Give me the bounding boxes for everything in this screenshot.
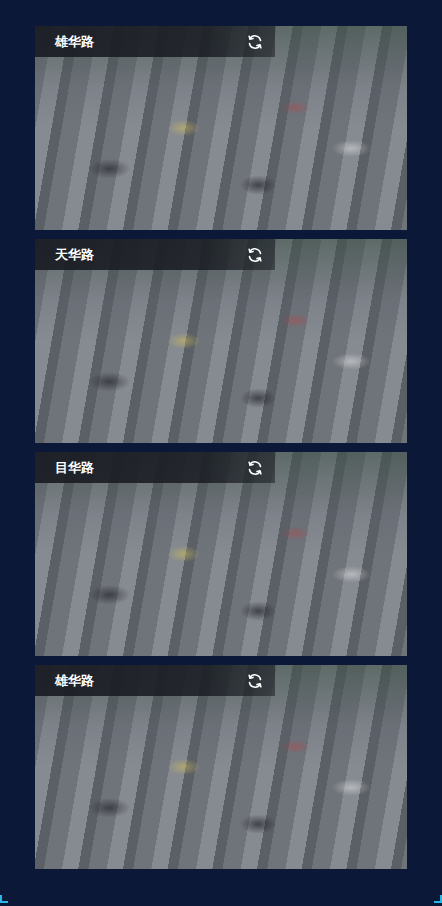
camera-header: 雄华路 (35, 665, 275, 696)
camera-title: 雄华路 (55, 673, 94, 689)
camera-feed[interactable]: 目华路 (35, 452, 407, 656)
corner-mark (434, 895, 442, 903)
refresh-icon[interactable] (247, 34, 263, 50)
refresh-icon[interactable] (247, 460, 263, 476)
camera-header: 天华路 (35, 239, 275, 270)
camera-header: 雄华路 (35, 26, 275, 57)
camera-feed[interactable]: 雄华路 (35, 26, 407, 230)
camera-header: 目华路 (35, 452, 275, 483)
corner-mark (0, 895, 8, 903)
refresh-icon[interactable] (247, 673, 263, 689)
camera-feed[interactable]: 天华路 (35, 239, 407, 443)
camera-title: 雄华路 (55, 34, 94, 50)
refresh-icon[interactable] (247, 247, 263, 263)
camera-list: 雄华路天华路目华路雄华路 (35, 26, 407, 869)
camera-title: 天华路 (55, 247, 94, 263)
camera-title: 目华路 (55, 460, 94, 476)
camera-feed[interactable]: 雄华路 (35, 665, 407, 869)
camera-frame: 雄华路天华路目华路雄华路 (0, 0, 442, 906)
